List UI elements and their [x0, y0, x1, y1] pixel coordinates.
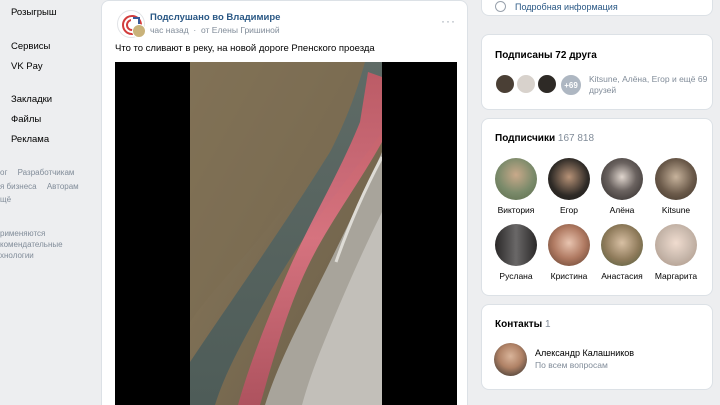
- video-player[interactable]: [115, 62, 457, 405]
- subscriber-avatar: [495, 224, 537, 266]
- footer-links-row: я бизнеса Авторам: [0, 182, 87, 191]
- contact-name[interactable]: Александр Калашников: [535, 348, 634, 358]
- subscriber-name: Руслана: [499, 271, 533, 281]
- sidebar-item-label: Розыгрыш: [11, 6, 57, 18]
- sidebar-item-label: Реклама: [11, 133, 50, 145]
- subscriber-avatar: [601, 224, 643, 266]
- video-frame: [190, 62, 382, 405]
- subscriber-item[interactable]: Алёна: [597, 158, 647, 215]
- note-line: рименяются: [0, 229, 46, 238]
- contacts-count: 1: [544, 319, 551, 330]
- more-options-button[interactable]: ···: [441, 14, 456, 28]
- note-line: комендательные: [0, 240, 63, 249]
- friends-card: Подписаны 72 друга: [481, 34, 713, 110]
- subscriber-avatar: [601, 158, 643, 200]
- post-text: Что то сливают в реку, на новой дороге Р…: [115, 43, 375, 54]
- details-link-label: Подробная информация: [515, 1, 618, 12]
- footer-link-more[interactable]: щё: [0, 195, 11, 204]
- footer-link-developers[interactable]: Разработчикам: [18, 168, 75, 177]
- subscriber-name: Маргарита: [654, 271, 698, 281]
- subscriber-item[interactable]: Егор: [544, 158, 594, 215]
- group-name-link[interactable]: Подслушано во Владимире: [150, 12, 280, 23]
- sidebar-item-ads[interactable]: Реклама: [0, 130, 49, 148]
- footer-links-row: ог Разработчикам: [0, 168, 82, 177]
- sidebar-item-label: Закладки: [11, 93, 53, 105]
- post-time[interactable]: час назад: [150, 25, 189, 35]
- subscriber-item[interactable]: Анастасия: [597, 224, 647, 281]
- friend-avatar[interactable]: [537, 74, 557, 94]
- subscribers-title-label: Подписчики: [495, 133, 556, 144]
- subscribers-title[interactable]: Подписчики 167 818: [495, 133, 594, 144]
- author-avatar[interactable]: [132, 24, 146, 38]
- sidebar-item-label: VK Pay: [11, 60, 43, 72]
- subscriber-avatar: [655, 224, 697, 266]
- left-sidebar: Розыгрыш Сервисы VK Pay Закладки Файлы Р…: [0, 0, 90, 405]
- subscriber-name: Алёна: [609, 205, 635, 215]
- recommendation-note: рименяются комендательные хнологии: [0, 228, 90, 261]
- contact-avatar[interactable]: [494, 343, 527, 376]
- post-meta: час назад · от Елены Гришиной: [150, 25, 280, 35]
- friends-more-badge[interactable]: +69: [560, 74, 582, 96]
- sidebar-item-label: Файлы: [11, 113, 42, 125]
- sidebar-item-services[interactable]: Сервисы: [0, 37, 50, 55]
- footer-link-blog[interactable]: ог: [0, 168, 7, 177]
- friends-names[interactable]: Kitsune, Алёна, Егор и ещё 69 друзей: [589, 74, 709, 96]
- friend-avatar[interactable]: [495, 74, 515, 94]
- details-link[interactable]: Подробная информация: [495, 1, 618, 12]
- subscriber-avatar: [548, 158, 590, 200]
- subscriber-name: Кристина: [550, 271, 588, 281]
- subscriber-item[interactable]: Маргарита: [651, 224, 701, 281]
- footer-link-business[interactable]: я бизнеса: [0, 182, 37, 191]
- info-card: Подробная информация: [481, 0, 713, 16]
- info-icon: [495, 1, 506, 12]
- subscriber-avatar: [548, 224, 590, 266]
- sidebar-item-raffle[interactable]: Розыгрыш: [0, 3, 56, 21]
- subscriber-name: Kitsune: [661, 205, 691, 215]
- sidebar-item-files[interactable]: Файлы: [0, 110, 41, 128]
- contacts-title[interactable]: Контакты 1: [495, 319, 551, 330]
- subscriber-name: Виктория: [497, 205, 535, 215]
- subscriber-item[interactable]: Kitsune: [651, 158, 701, 215]
- subscriber-avatar: [655, 158, 697, 200]
- sidebar-item-vkpay[interactable]: VK Pay: [0, 57, 43, 75]
- footer-link-authors[interactable]: Авторам: [47, 182, 79, 191]
- friends-title[interactable]: Подписаны 72 друга: [495, 50, 597, 61]
- subscriber-item[interactable]: Кристина: [544, 224, 594, 281]
- subscriber-item[interactable]: Руслана: [491, 224, 541, 281]
- friend-avatar[interactable]: [516, 74, 536, 94]
- subscriber-item[interactable]: Виктория: [491, 158, 541, 215]
- subscriber-name: Егор: [559, 205, 579, 215]
- contact-role: По всем вопросам: [535, 360, 608, 370]
- contacts-title-label: Контакты: [495, 319, 543, 330]
- subscriber-avatar: [495, 158, 537, 200]
- note-line: хнологии: [0, 251, 34, 260]
- sidebar-item-label: Сервисы: [11, 40, 51, 52]
- subscribers-count: 167 818: [557, 133, 595, 144]
- sidebar-item-bookmarks[interactable]: Закладки: [0, 90, 52, 108]
- post-author[interactable]: от Елены Гришиной: [201, 25, 280, 35]
- river-scene-image: [190, 62, 382, 405]
- subscriber-name: Анастасия: [601, 271, 643, 281]
